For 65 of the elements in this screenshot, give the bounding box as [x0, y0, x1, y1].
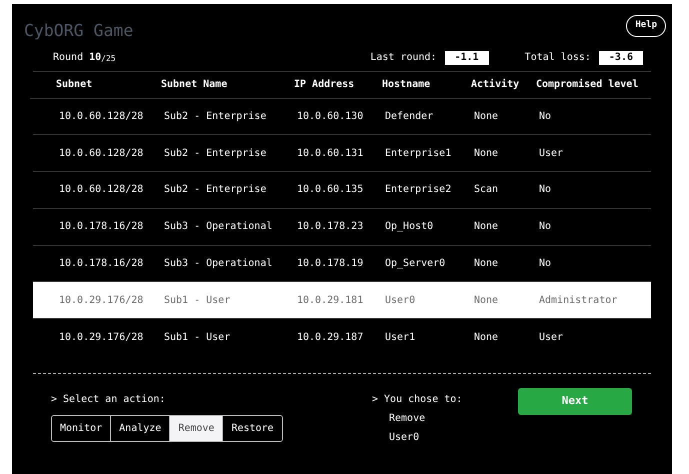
- table-cell-text: 10.0.178.19: [297, 256, 364, 271]
- table-cell-text: 10.0.29.181: [297, 294, 364, 308]
- table-cell-text: None: [474, 110, 500, 124]
- table-cell-text: 10.0.29.176/28: [59, 330, 144, 345]
- table-cell-text: 10.0.60.130: [297, 110, 364, 124]
- table-cell-text: 10.0.60.128/28: [59, 110, 144, 124]
- table-cell-text: No: [539, 220, 552, 234]
- choice-text: User0: [388, 430, 420, 445]
- table-cell-text: Administrator: [539, 294, 618, 308]
- column-header: Subnet Name: [161, 78, 228, 92]
- table-cell-text: User: [539, 146, 564, 161]
- table-cell-text: None: [474, 256, 500, 271]
- table-row[interactable]: 10.0.29.176/28 Sub1 - User 10.0.29.181 User0 None Administrator: [33, 282, 651, 319]
- score-label: Total loss:: [524, 51, 591, 66]
- action-prompt: > Select an action:: [51, 392, 166, 407]
- action-tab[interactable]: Remove: [169, 416, 222, 441]
- score-label: Last round:: [370, 51, 437, 66]
- table-cell-text: Sub3 - Operational: [164, 256, 274, 271]
- table-cell-text: Op_Host0: [385, 220, 434, 234]
- table-cell-text: Sub1 - User: [164, 330, 232, 345]
- table-cell-text: 10.0.29.187: [297, 330, 364, 345]
- table-cell-text: Sub2 - Enterprise: [164, 146, 268, 161]
- table-cell-text: 10.0.60.128/28: [59, 146, 144, 161]
- round-current: 10: [89, 51, 102, 66]
- table-cell-text: 10.0.178.23: [297, 220, 364, 234]
- table-cell-text: None: [474, 294, 500, 308]
- column-header: Activity: [471, 78, 520, 92]
- column-header: Hostname: [382, 78, 432, 92]
- table-cell-text: Sub2 - Enterprise: [164, 183, 268, 198]
- table-cell-text: 10.0.29.176/28: [59, 294, 144, 308]
- table-cell-text: None: [474, 330, 500, 345]
- choice-prompt: > You chose to:: [372, 392, 464, 407]
- column-header: IP Address: [294, 78, 356, 92]
- help-button[interactable]: Help: [626, 15, 666, 36]
- table-cell-text: 10.0.60.135: [297, 183, 364, 198]
- table-cell-text: No: [539, 183, 552, 198]
- column-header: Subnet: [56, 78, 94, 92]
- table-cell-text: No: [539, 110, 552, 124]
- table-cell-text: No: [539, 256, 552, 271]
- table-row[interactable]: 10.0.178.16/28 Sub3 - Operational 10.0.178.19 Op_Server0 None No: [33, 246, 651, 282]
- table-cell-text: 10.0.178.16/28: [59, 220, 144, 234]
- table-cell-text: User0: [385, 294, 416, 308]
- table-cell-text: 10.0.60.131: [297, 146, 364, 161]
- table-cell-text: User: [539, 330, 564, 345]
- round-label: Round: [53, 51, 84, 66]
- action-tab[interactable]: Restore: [222, 416, 282, 441]
- score-value: -1.1: [444, 50, 489, 65]
- app-title: CybORG Game: [24, 20, 134, 42]
- table-cell-text: Enterprise2: [385, 183, 452, 198]
- table-cell-text: Sub1 - User: [164, 294, 232, 308]
- table-cell-text: Sub3 - Operational: [164, 220, 274, 234]
- table-cell-text: Defender: [385, 110, 434, 124]
- table-cell-text: Sub2 - Enterprise: [164, 110, 268, 124]
- choice-text: Remove: [388, 412, 426, 426]
- column-header: Compromised level: [536, 78, 640, 92]
- table-cell-text: 10.0.178.16/28: [59, 256, 144, 271]
- table-cell-text: None: [474, 146, 500, 161]
- table-cell-text: Scan: [474, 183, 500, 198]
- table-cell-text: 10.0.60.128/28: [59, 183, 144, 198]
- round-total: /25: [101, 52, 116, 65]
- table-cell-text: Op_Server0: [385, 256, 446, 271]
- table-cell-text: Enterprise1: [385, 146, 452, 161]
- table-cell-text: User1: [385, 330, 416, 345]
- table-cell-text: None: [474, 220, 500, 234]
- score-value: -3.6: [598, 50, 643, 65]
